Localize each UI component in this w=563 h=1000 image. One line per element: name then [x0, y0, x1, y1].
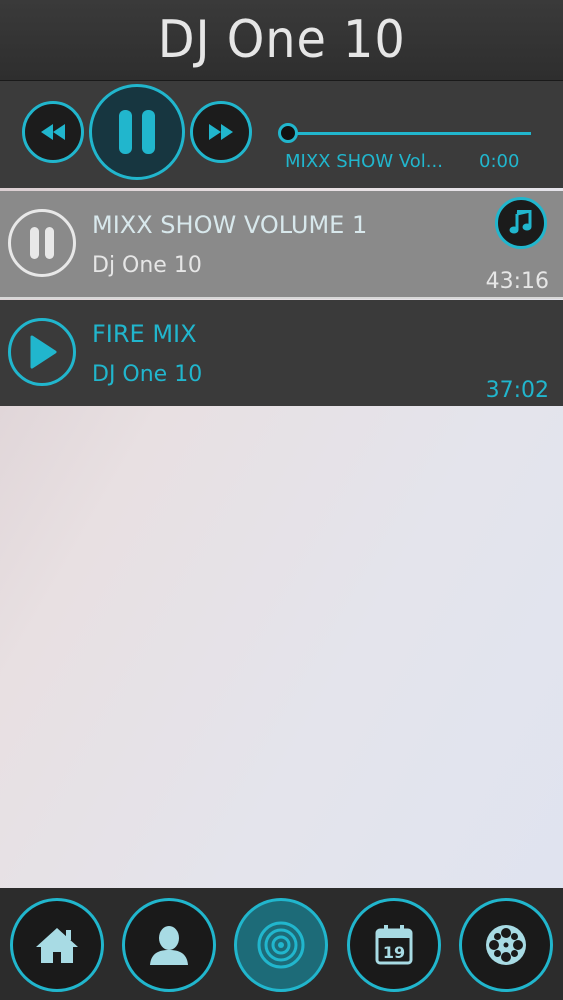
tab-profile[interactable]	[122, 898, 216, 992]
track-duration: 37:02	[485, 378, 549, 403]
progress-track[interactable]	[288, 132, 531, 135]
track-pause-button[interactable]	[8, 209, 76, 277]
app-title: DJ One 10	[157, 10, 406, 70]
app-header: DJ One 10	[0, 0, 563, 81]
rewind-button[interactable]	[22, 101, 84, 163]
pause-icon	[119, 110, 155, 154]
track-artist: DJ One 10	[92, 362, 203, 387]
play-icon	[30, 335, 57, 369]
person-icon	[150, 926, 188, 965]
elapsed-time: 0:00	[479, 151, 520, 172]
calendar-icon: 19	[375, 925, 413, 965]
tab-events[interactable]: 19	[347, 898, 441, 992]
home-icon	[36, 928, 78, 963]
track-title: MIXX SHOW VOLUME 1	[92, 211, 368, 239]
film-reel-icon	[486, 925, 526, 965]
fast-forward-button[interactable]	[190, 101, 252, 163]
music-note-icon	[509, 210, 532, 234]
tab-home[interactable]	[10, 898, 104, 992]
rewind-icon	[41, 124, 65, 140]
calendar-day: 19	[383, 943, 405, 962]
track-row-1[interactable]: MIXX SHOW VOLUME 1 Dj One 10 43:16	[0, 191, 563, 299]
play-pause-button[interactable]	[89, 84, 185, 180]
fast-forward-icon	[209, 124, 233, 140]
player-bar: MIXX SHOW Vol... 0:00	[0, 81, 563, 188]
speaker-icon	[257, 921, 305, 969]
track-title: FIRE MIX	[92, 320, 197, 348]
tab-music[interactable]	[234, 898, 328, 992]
track-duration: 43:16	[485, 269, 549, 294]
progress-handle[interactable]	[278, 123, 298, 143]
track-play-button[interactable]	[8, 318, 76, 386]
tab-videos[interactable]	[459, 898, 553, 992]
bottom-tab-bar: 19	[0, 888, 563, 1000]
track-artist: Dj One 10	[92, 253, 202, 278]
now-playing-title: MIXX SHOW Vol...	[285, 151, 443, 172]
now-playing-badge	[495, 197, 547, 249]
pause-icon	[30, 227, 54, 259]
track-row-2[interactable]: FIRE MIX DJ One 10 37:02	[0, 300, 563, 406]
